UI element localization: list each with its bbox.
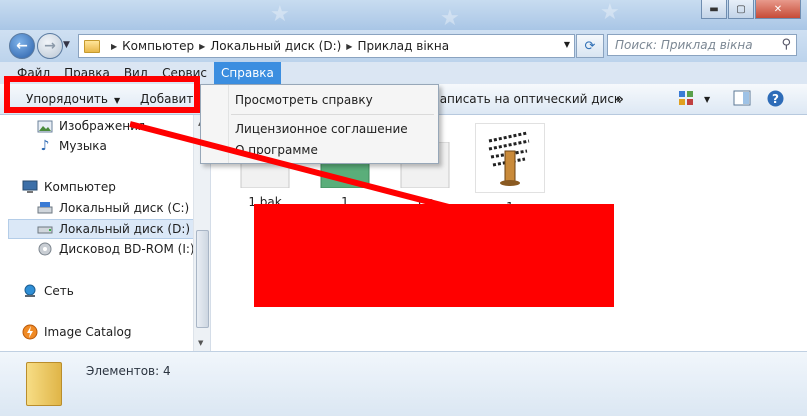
menu-item-license[interactable]: Лицензионное соглашение — [235, 122, 408, 136]
search-input[interactable]: Поиск: Приклад вікна ⚲ — [607, 34, 797, 56]
menu-item-view-help[interactable]: Просмотреть справку — [235, 93, 373, 107]
maximize-icon[interactable]: ▢ — [728, 0, 754, 19]
annotation-highlight-box — [4, 76, 200, 113]
nav-item-label: Дисковод BD-ROM (I:) — [59, 242, 195, 256]
menu-separator — [231, 114, 434, 115]
breadcrumb-separator-icon[interactable]: ▶ — [346, 42, 352, 51]
breadcrumb-computer[interactable]: Компьютер — [122, 39, 194, 53]
redaction-block — [254, 204, 614, 307]
image-catalog-icon — [22, 324, 38, 340]
nav-item-music[interactable]: ♪ Музыка — [37, 137, 107, 155]
close-icon[interactable]: ✕ — [755, 0, 801, 19]
folder-icon — [84, 39, 100, 53]
app-executable-icon — [475, 123, 545, 193]
pictures-icon — [37, 119, 53, 133]
breadcrumb-current-folder[interactable]: Приклад вікна — [357, 39, 449, 53]
file-item[interactable]: 1 — [475, 123, 545, 214]
search-icon[interactable]: ⚲ — [781, 37, 791, 52]
nav-item-image-catalog[interactable]: Image Catalog — [22, 323, 131, 341]
breadcrumb-drive-d[interactable]: Локальный диск (D:) — [210, 39, 341, 53]
nav-item-label: Музыка — [59, 139, 107, 153]
nav-item-label: Компьютер — [44, 180, 116, 194]
svg-text:?: ? — [772, 92, 779, 106]
item-count: Элементов: 4 — [86, 364, 171, 378]
nav-item-label: Сеть — [44, 284, 74, 298]
scroll-thumb[interactable] — [196, 230, 209, 328]
preview-pane-icon[interactable] — [733, 90, 751, 109]
nav-item-drive-d[interactable]: Локальный диск (D:) — [8, 219, 198, 239]
nav-item-bd-rom[interactable]: Дисковод BD-ROM (I:) — [37, 240, 195, 258]
drive-icon — [37, 201, 53, 215]
network-icon — [22, 284, 38, 298]
details-pane: Элементов: 4 — [0, 351, 807, 416]
more-commands-button[interactable]: » — [616, 92, 624, 106]
recent-pages-dropdown-icon[interactable]: ▼ — [63, 40, 70, 50]
burn-button[interactable]: Записать на оптический диск — [432, 92, 621, 106]
drive-icon — [37, 222, 53, 236]
navigation-pane: Изображения ♪ Музыка Компьютер Локальный… — [0, 115, 211, 351]
help-icon[interactable]: ? — [767, 90, 784, 110]
search-placeholder: Поиск: Приклад вікна — [615, 38, 753, 52]
nav-item-computer[interactable]: Компьютер — [22, 178, 116, 196]
computer-icon — [22, 180, 38, 194]
window-controls: ▬ ▢ ✕ — [701, 0, 801, 19]
aero-decoration: ★ — [440, 6, 460, 31]
minimize-icon[interactable]: ▬ — [701, 0, 727, 19]
breadcrumb-separator-icon[interactable]: ▶ — [199, 42, 205, 51]
address-row: ← → ▼ ▶ Компьютер ▶ Локальный диск (D:) … — [0, 30, 807, 62]
scroll-down-icon[interactable]: ▼ — [198, 339, 203, 347]
nav-item-drive-c[interactable]: Локальный диск (C:) — [37, 199, 189, 217]
view-options-dropdown-icon[interactable]: ▼ — [704, 95, 710, 104]
aero-decoration: ★ — [270, 2, 290, 27]
nav-item-label: Локальный диск (D:) — [59, 222, 191, 236]
nav-item-network[interactable]: Сеть — [22, 282, 74, 300]
forward-button[interactable]: → — [37, 33, 63, 59]
nav-item-label: Локальный диск (C:) — [59, 201, 190, 215]
address-bar[interactable]: ▶ Компьютер ▶ Локальный диск (D:) ▶ Прик… — [78, 34, 575, 58]
aero-decoration: ★ — [600, 0, 620, 25]
menu-help[interactable]: Справка — [214, 62, 281, 84]
title-bar: ★ ★ ★ ▬ ▢ ✕ — [0, 0, 807, 31]
refresh-button[interactable]: ⟳ — [576, 34, 604, 58]
optical-drive-icon — [37, 242, 53, 256]
music-icon: ♪ — [40, 138, 50, 154]
address-history-dropdown-icon[interactable]: ▼ — [564, 40, 570, 49]
breadcrumb-separator-icon[interactable]: ▶ — [111, 42, 117, 51]
back-button[interactable]: ← — [9, 33, 35, 59]
view-options-icon[interactable] — [678, 90, 694, 109]
nav-item-label: Image Catalog — [44, 325, 132, 339]
folder-icon — [26, 362, 62, 406]
